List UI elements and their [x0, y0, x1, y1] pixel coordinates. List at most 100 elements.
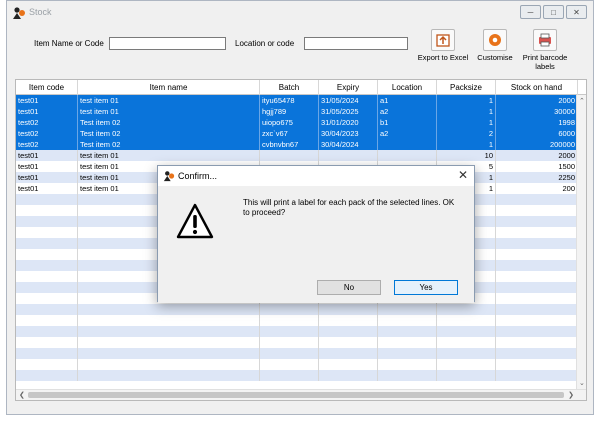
table-cell — [378, 315, 437, 326]
horizontal-scrollbar[interactable]: ❮ ❯ — [16, 389, 586, 400]
table-cell: 30000 — [496, 106, 578, 117]
column-header[interactable]: Batch — [260, 80, 319, 95]
export-excel-icon — [431, 29, 455, 51]
item-filter-label: Item Name or Code — [34, 39, 104, 48]
export-excel-label: Export to Excel — [417, 53, 469, 62]
table-cell: 31/05/2025 — [319, 106, 378, 117]
table-cell — [16, 238, 78, 249]
printer-icon — [533, 29, 557, 51]
yes-button[interactable]: Yes — [394, 280, 458, 295]
table-cell — [16, 271, 78, 282]
table-row[interactable] — [16, 370, 586, 381]
column-header[interactable]: Item code — [16, 80, 78, 95]
table-row[interactable]: test01 test item 01 ityu65478 31/05/2024 a1 1… — [16, 95, 586, 106]
app-logo-icon — [163, 171, 175, 182]
table-cell — [319, 304, 378, 315]
table-cell — [496, 337, 578, 348]
confirm-dialog: Confirm... ✕ This will print a label for… — [157, 165, 475, 303]
title-bar: Stock ─ □ ✕ — [7, 1, 593, 25]
maximize-icon: □ — [551, 7, 556, 17]
table-cell — [319, 359, 378, 370]
scroll-left-icon[interactable]: ❮ — [19, 391, 25, 399]
location-filter-input[interactable] — [304, 37, 408, 50]
table-cell — [16, 326, 78, 337]
table-cell — [319, 150, 378, 161]
table-cell — [437, 359, 496, 370]
table-cell: a2 — [378, 106, 437, 117]
table-cell: cvbnvbn67 — [260, 139, 319, 150]
close-button[interactable]: ✕ — [566, 5, 587, 19]
table-cell: zxc`v67 — [260, 128, 319, 139]
table-cell — [78, 370, 260, 381]
table-row[interactable] — [16, 315, 586, 326]
table-cell — [78, 337, 260, 348]
table-cell — [496, 326, 578, 337]
table-cell: Test item 02 — [78, 128, 260, 139]
minimize-button[interactable]: ─ — [520, 5, 541, 19]
export-excel-button[interactable]: Export to Excel — [411, 29, 475, 62]
table-cell: test01 — [16, 172, 78, 183]
column-header[interactable]: Item name — [78, 80, 260, 95]
column-header[interactable]: Packsize — [437, 80, 496, 95]
print-barcode-button[interactable]: Print barcode labels — [515, 29, 575, 71]
table-cell — [496, 227, 578, 238]
table-row[interactable] — [16, 337, 586, 348]
table-cell — [378, 348, 437, 359]
customise-label: Customise — [477, 53, 513, 62]
app-logo-icon — [13, 7, 25, 19]
table-cell: 2000 — [496, 95, 578, 106]
maximize-button[interactable]: □ — [543, 5, 564, 19]
table-cell — [16, 249, 78, 260]
table-row[interactable] — [16, 326, 586, 337]
dialog-close-icon[interactable]: ✕ — [458, 168, 468, 182]
table-cell — [16, 194, 78, 205]
table-cell — [437, 370, 496, 381]
table-cell — [378, 326, 437, 337]
table-cell: test02 — [16, 139, 78, 150]
table-cell — [496, 194, 578, 205]
table-row[interactable] — [16, 304, 586, 315]
table-cell: test01 — [16, 95, 78, 106]
table-cell: 2250 — [496, 172, 578, 183]
table-row[interactable]: test02 Test item 02 cvbnvbn67 30/04/2024 1 20… — [16, 139, 586, 150]
table-cell — [496, 271, 578, 282]
table-cell — [496, 348, 578, 359]
table-cell: ityu65478 — [260, 95, 319, 106]
table-cell — [260, 337, 319, 348]
table-cell: 30/04/2023 — [319, 128, 378, 139]
table-cell — [16, 293, 78, 304]
scroll-up-icon[interactable]: ⌃ — [579, 97, 585, 105]
vertical-scrollbar[interactable]: ⌃ ⌄ — [576, 95, 586, 389]
table-cell — [319, 370, 378, 381]
table-cell: 31/05/2024 — [319, 95, 378, 106]
column-header[interactable]: Expiry — [319, 80, 378, 95]
window-title: Stock — [29, 7, 52, 17]
table-cell — [496, 260, 578, 271]
table-row[interactable]: test01 test item 01 hgjj789 31/05/2025 a2 1 30… — [16, 106, 586, 117]
scroll-down-icon[interactable]: ⌄ — [579, 379, 585, 387]
table-cell: 1998 — [496, 117, 578, 128]
column-header[interactable]: Location — [378, 80, 437, 95]
table-cell — [378, 150, 437, 161]
table-cell — [260, 304, 319, 315]
table-cell — [260, 370, 319, 381]
table-cell — [78, 304, 260, 315]
table-cell — [496, 359, 578, 370]
table-row[interactable] — [16, 359, 586, 370]
table-cell — [319, 337, 378, 348]
table-row[interactable]: test02 Test item 02 uiopo675 31/01/2020 b1 1 1… — [16, 117, 586, 128]
table-row[interactable]: test01 test item 01 10 2000 — [16, 150, 586, 161]
table-row[interactable] — [16, 348, 586, 359]
item-filter-input[interactable] — [109, 37, 226, 50]
table-cell: 1500 — [496, 161, 578, 172]
horizontal-scroll-thumb[interactable] — [28, 392, 564, 398]
table-cell — [378, 337, 437, 348]
customise-button[interactable]: Customise — [471, 29, 519, 62]
no-button[interactable]: No — [317, 280, 381, 295]
table-cell — [496, 293, 578, 304]
column-header[interactable]: Stock on hand — [496, 80, 578, 95]
table-cell — [378, 370, 437, 381]
scroll-right-icon[interactable]: ❯ — [568, 391, 574, 399]
table-row[interactable]: test02 Test item 02 zxc`v67 30/04/2023 a2 2 60… — [16, 128, 586, 139]
table-cell — [78, 315, 260, 326]
